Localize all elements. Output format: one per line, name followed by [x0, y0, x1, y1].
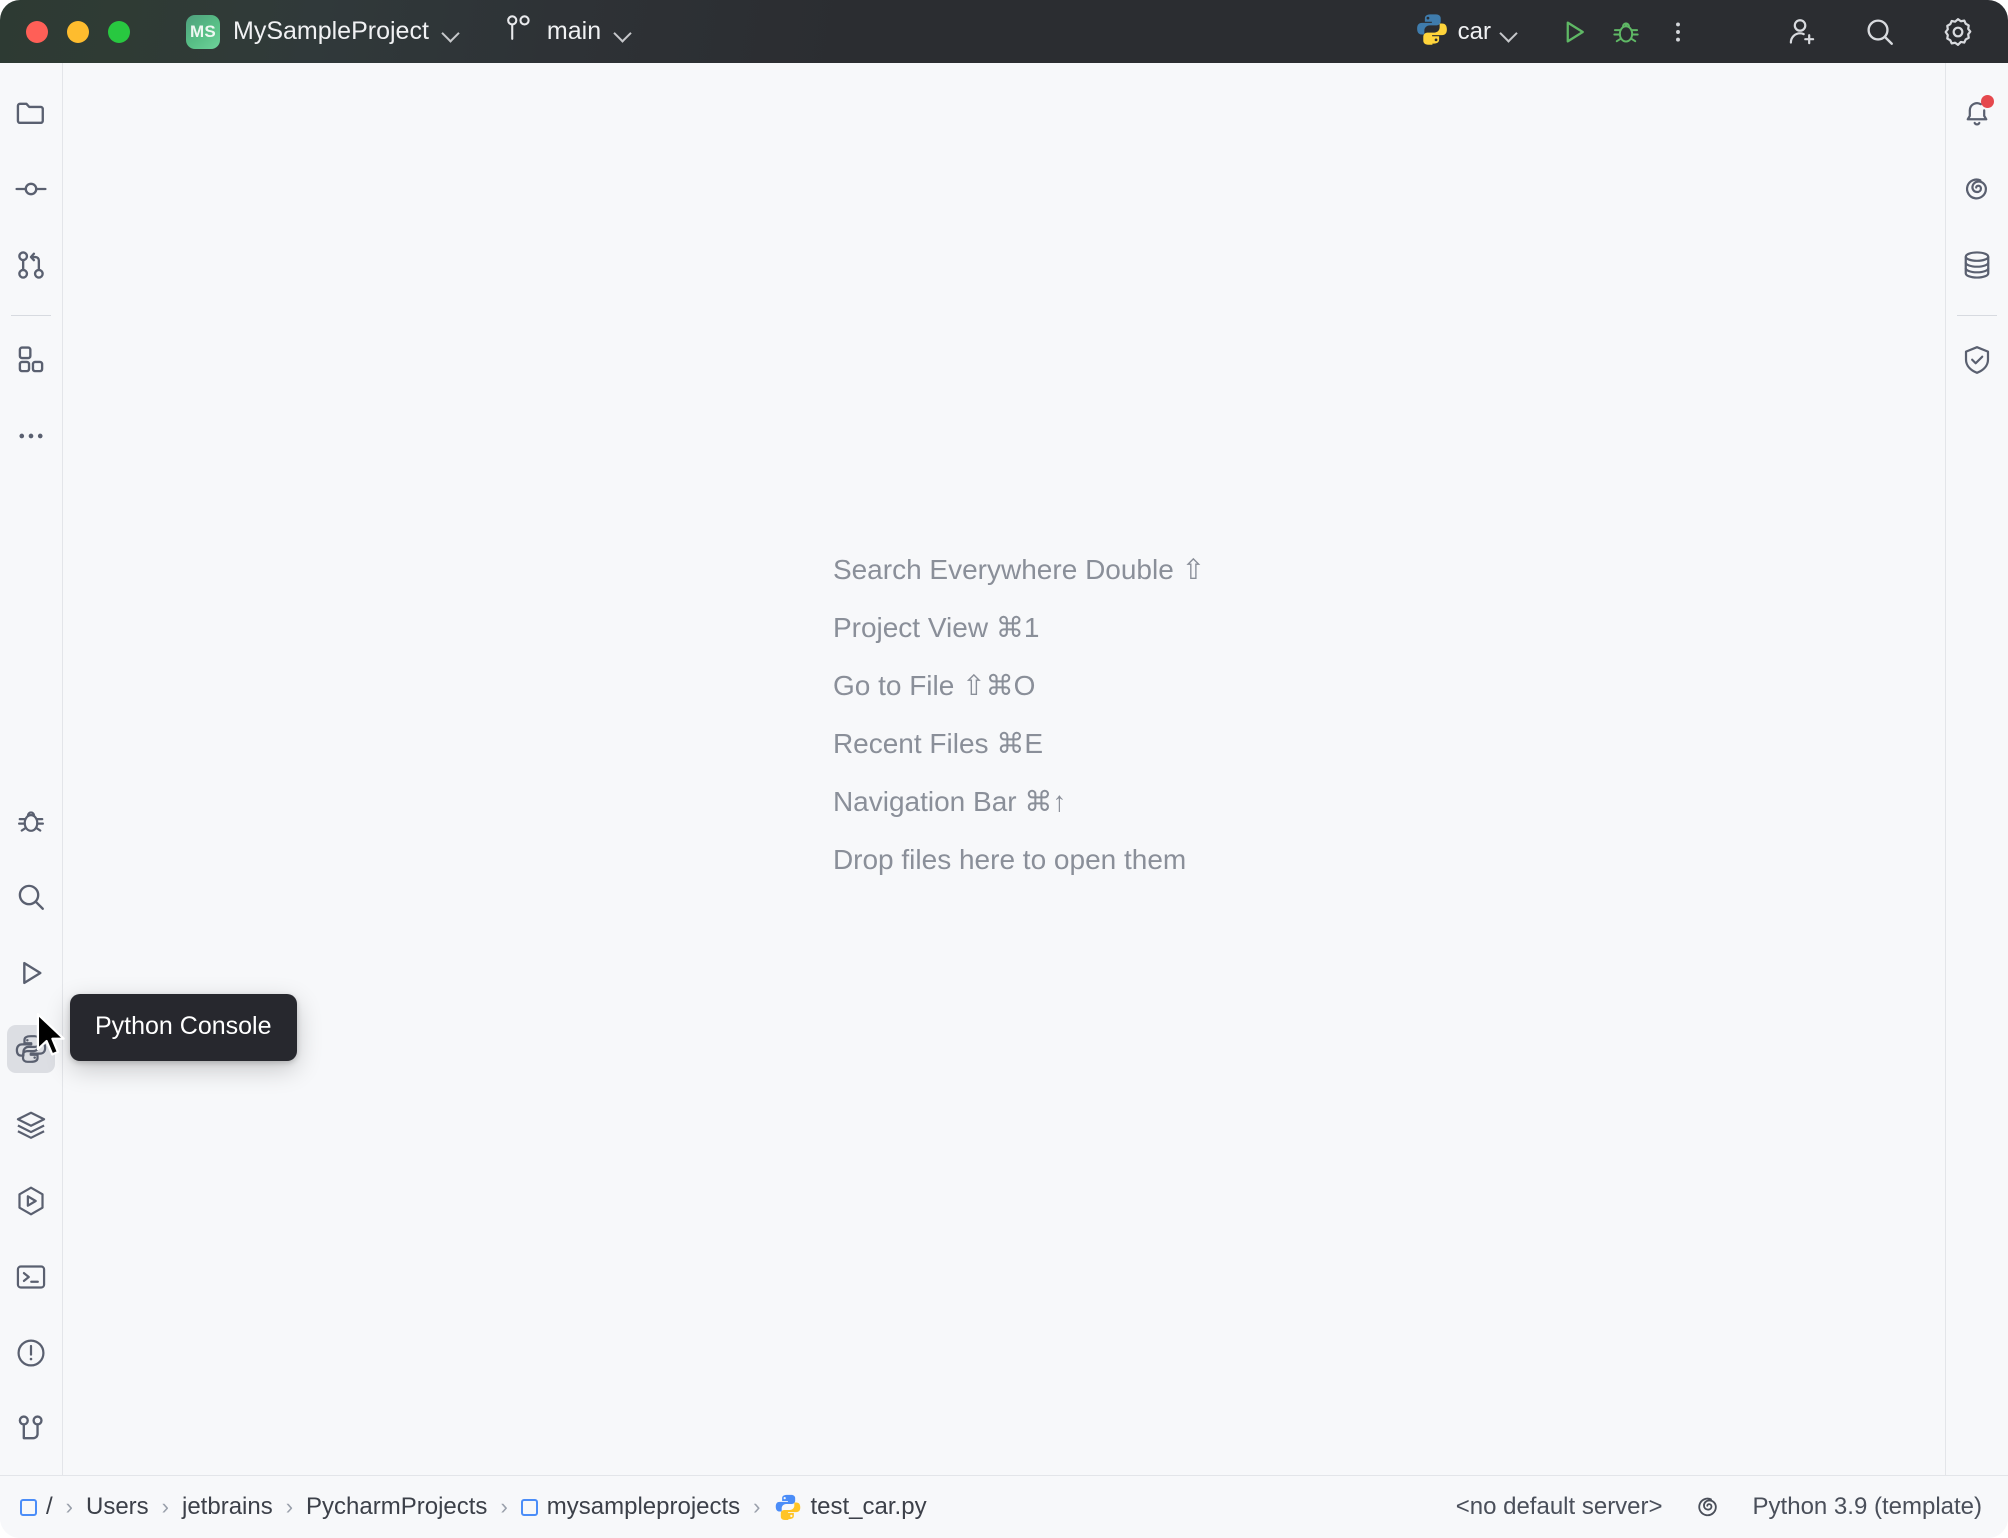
sidebar-item-project[interactable] — [7, 89, 55, 137]
default-server-status[interactable]: <no default server> — [1456, 1493, 1663, 1521]
hint-navigation-bar: Navigation Bar ⌘↑ — [833, 773, 1205, 831]
sidebar-item-pull-requests[interactable] — [7, 241, 55, 289]
chevron-down-icon — [442, 23, 460, 41]
hint-label: Navigation Bar — [832, 786, 1017, 817]
sidebar-item-version-control[interactable] — [7, 1405, 55, 1453]
sidebar-item-structure[interactable] — [7, 336, 55, 384]
hint-label: Drop files here to open them — [832, 844, 1187, 875]
left-tool-window-bar — [0, 63, 63, 1475]
branch-selector[interactable]: main — [504, 13, 632, 50]
status-bar: / › Users › jetbrains › PycharmProjects … — [0, 1475, 2008, 1538]
breadcrumb-item-jetbrains[interactable]: jetbrains — [182, 1493, 273, 1521]
breadcrumb-label: Users — [86, 1493, 149, 1520]
project-selector[interactable]: MS MySampleProject — [186, 14, 460, 49]
search-icon[interactable] — [1854, 6, 1906, 58]
hint-shortcut: Double ⇧ — [1085, 554, 1206, 585]
spiral-icon[interactable] — [1693, 1492, 1723, 1522]
notification-badge-dot — [1981, 95, 1994, 108]
editor-empty-state[interactable]: Search Everywhere Double ⇧ Project View … — [63, 63, 1945, 1475]
breadcrumb-label: PycharmProjects — [306, 1493, 488, 1520]
hint-label: Go to File — [832, 670, 955, 701]
traffic-lights — [26, 20, 130, 43]
hint-shortcut: ⇧⌘O — [962, 670, 1036, 701]
breadcrumb-item-root[interactable]: / — [20, 1493, 53, 1521]
hint-search-everywhere: Search Everywhere Double ⇧ — [833, 541, 1205, 599]
sidebar-item-terminal[interactable] — [7, 1253, 55, 1301]
chevron-down-icon — [1500, 23, 1518, 41]
python-icon — [774, 1493, 802, 1521]
breadcrumb-item-users[interactable]: Users — [86, 1493, 149, 1521]
close-window-button[interactable] — [26, 20, 48, 43]
sidebar-item-services[interactable] — [7, 1101, 55, 1149]
sidebar-item-problems[interactable] — [7, 1329, 55, 1377]
breadcrumb: / › Users › jetbrains › PycharmProjects … — [20, 1493, 927, 1521]
sidebar-item-debug[interactable] — [7, 797, 55, 845]
more-vertical-icon[interactable] — [1652, 6, 1704, 58]
editor-hint-list: Search Everywhere Double ⇧ Project View … — [803, 541, 1205, 889]
hint-label: Project View — [832, 612, 989, 643]
hint-shortcut: ⌘↑ — [1024, 786, 1067, 817]
hint-label: Search Everywhere — [832, 554, 1078, 585]
sidebar-separator — [1957, 315, 1997, 316]
sidebar-separator — [11, 315, 51, 316]
sidebar-item-more[interactable] — [7, 412, 55, 460]
sidebar-item-run[interactable] — [7, 949, 55, 997]
folder-mini-icon — [20, 1498, 37, 1516]
run-configuration-name: car — [1457, 17, 1491, 45]
run-configuration-selector[interactable]: car — [1415, 12, 1518, 51]
breadcrumb-item-pycharmprojects[interactable]: PycharmProjects — [306, 1493, 487, 1521]
title-bar: MS MySampleProject main car — [0, 0, 2008, 63]
branch-name: main — [546, 17, 602, 45]
maximize-window-button[interactable] — [108, 20, 130, 43]
status-bar-right: <no default server> Python 3.9 (template… — [1456, 1492, 1982, 1522]
hint-recent-files: Recent Files ⌘E — [833, 715, 1205, 773]
chevron-down-icon — [614, 23, 632, 41]
hint-project-view: Project View ⌘1 — [833, 599, 1205, 657]
breadcrumb-label: mysampleprojects — [546, 1493, 741, 1520]
breadcrumb-label: jetbrains — [182, 1493, 273, 1520]
hint-go-to-file: Go to File ⇧⌘O — [833, 657, 1205, 715]
main-body: Search Everywhere Double ⇧ Project View … — [0, 63, 2008, 1475]
project-badge: MS — [186, 14, 220, 49]
breadcrumb-separator: › — [285, 1494, 294, 1519]
breadcrumb-separator: › — [65, 1494, 73, 1519]
breadcrumb-separator: › — [161, 1494, 169, 1519]
breadcrumb-label: test_car.py — [810, 1493, 927, 1520]
hint-shortcut: ⌘E — [996, 728, 1044, 759]
sidebar-item-python-packages[interactable] — [7, 1177, 55, 1225]
mouse-cursor — [36, 1012, 70, 1063]
tooltip-python-console: Python Console — [70, 994, 297, 1061]
breadcrumb-label: / — [46, 1493, 53, 1520]
add-user-icon[interactable] — [1776, 6, 1828, 58]
hint-shortcut: ⌘1 — [995, 612, 1040, 643]
debug-button[interactable] — [1600, 6, 1652, 58]
sidebar-item-security[interactable] — [1953, 336, 2001, 384]
sidebar-item-notifications[interactable] — [1953, 89, 2001, 137]
minimize-window-button[interactable] — [67, 20, 89, 43]
breadcrumb-item-mysampleprojects[interactable]: mysampleprojects — [520, 1493, 741, 1521]
gear-icon[interactable] — [1932, 6, 1984, 58]
hint-label: Recent Files — [832, 728, 989, 759]
python-icon — [1415, 12, 1449, 51]
breadcrumb-separator: › — [500, 1494, 508, 1519]
pycharm-window: MS MySampleProject main car Search Every… — [0, 0, 2008, 1538]
sidebar-item-commit[interactable] — [7, 165, 55, 213]
title-bar-actions: car — [1415, 6, 1984, 58]
run-button[interactable] — [1548, 6, 1600, 58]
hint-drop-files: Drop files here to open them — [833, 831, 1205, 889]
breadcrumb-separator: › — [753, 1494, 761, 1519]
sidebar-item-ai-assistant[interactable] — [1953, 165, 2001, 213]
sidebar-item-database[interactable] — [1953, 241, 2001, 289]
right-tool-window-bar — [1945, 63, 2008, 1475]
interpreter-status[interactable]: Python 3.9 (template) — [1753, 1493, 1982, 1521]
breadcrumb-item-test-car-py[interactable]: test_car.py — [774, 1493, 927, 1521]
project-name: MySampleProject — [233, 17, 429, 45]
branch-icon — [504, 13, 534, 50]
folder-mini-icon — [520, 1498, 538, 1516]
sidebar-item-find[interactable] — [7, 873, 55, 921]
